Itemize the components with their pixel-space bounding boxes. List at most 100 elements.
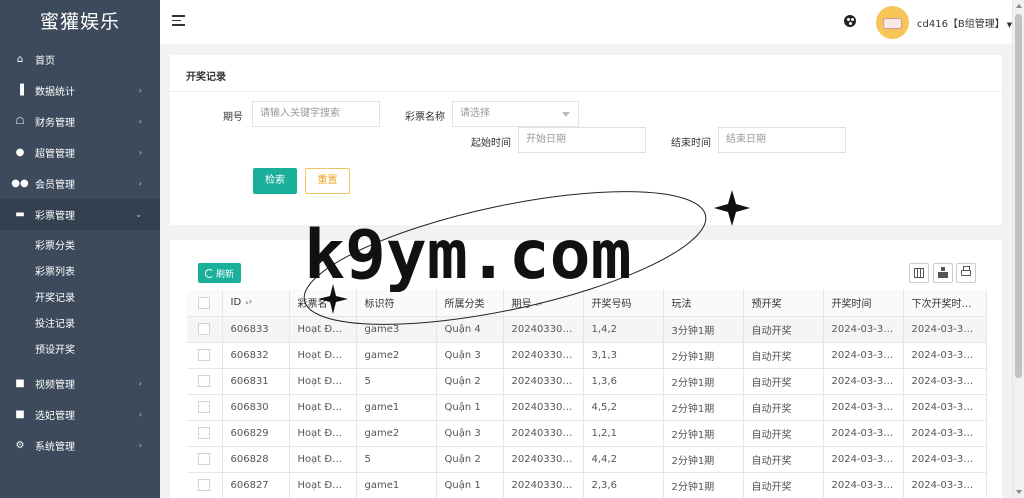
chevron-right-icon: › bbox=[138, 86, 142, 95]
sidebar-item-concubine[interactable]: ■ 选妃管理 › bbox=[0, 399, 160, 430]
lottery-name-select[interactable]: 请选择 bbox=[452, 101, 579, 127]
row-checkbox[interactable] bbox=[187, 446, 223, 473]
submenu-lottery-category[interactable]: 彩票分类 bbox=[0, 234, 160, 260]
column-header-issue[interactable]: 期号 ▴▾ bbox=[503, 290, 584, 317]
gamepad-icon: ▬ bbox=[15, 209, 25, 220]
table-row[interactable]: 606833 Hoạt Độ... game3 Quận 4 202403303... 1… bbox=[187, 316, 987, 343]
scroll-down-arrow-icon[interactable] bbox=[1016, 490, 1022, 494]
table-row[interactable]: 606832 Hoạt Độ... game2 Quận 3 202403302... 3… bbox=[187, 342, 987, 369]
export-button[interactable] bbox=[933, 263, 953, 283]
table-row[interactable]: 606830 Hoạt Độ... game1 Quận 1 202403302... 4… bbox=[187, 394, 987, 421]
column-header-category: 所属分类 bbox=[436, 290, 504, 317]
chart-icon: ▐ bbox=[16, 85, 24, 96]
start-date-input[interactable]: 开始日期 bbox=[518, 127, 646, 153]
refresh-button[interactable]: 刷新 bbox=[198, 263, 241, 283]
sidebar-item-superadmin[interactable]: ● 超管管理 › bbox=[0, 137, 160, 168]
menu-toggle-icon[interactable] bbox=[172, 15, 185, 29]
reset-button[interactable]: 重置 bbox=[305, 168, 350, 194]
table-row[interactable]: 606829 Hoạt Độ... game2 Quận 3 202403302... 1… bbox=[187, 420, 987, 447]
sidebar-item-statistics[interactable]: ▐ 数据统计 › bbox=[0, 75, 160, 106]
table-cell: 2024-03-30... bbox=[823, 446, 904, 473]
table-cell: 2024-03-30 1... bbox=[903, 472, 987, 498]
sidebar-item-system[interactable]: ⚙ 系统管理 › bbox=[0, 430, 160, 461]
columns-filter-button[interactable] bbox=[909, 263, 929, 283]
table-cell: 2分钟1期 bbox=[663, 446, 744, 473]
column-header-id[interactable]: ID ▴▾ bbox=[222, 290, 290, 317]
table-cell: 2024-03-30 1... bbox=[903, 446, 987, 473]
column-header-draw-time: 开奖时间 bbox=[823, 290, 904, 317]
table-cell: 202403302... bbox=[503, 420, 584, 447]
table-cell: 1,2,1 bbox=[583, 420, 664, 447]
scroll-up-arrow-icon[interactable] bbox=[1016, 4, 1022, 8]
table-row[interactable]: 606828 Hoạt Độ... 5 Quận 2 202403302... 4,4,2… bbox=[187, 446, 987, 473]
table-cell: Quận 3 bbox=[436, 342, 504, 369]
row-checkbox[interactable] bbox=[187, 316, 223, 343]
table-cell: Quận 3 bbox=[436, 420, 504, 447]
table-cell: 自动开奖 bbox=[743, 342, 824, 369]
sidebar-item-label: 数据统计 bbox=[35, 87, 75, 98]
row-checkbox[interactable] bbox=[187, 394, 223, 421]
table-cell: 2024-03-30... bbox=[823, 472, 904, 498]
page-title: 开奖记录 bbox=[186, 72, 226, 83]
table-cell: 606829 bbox=[222, 420, 290, 447]
submenu-bet-records[interactable]: 投注记录 bbox=[0, 312, 160, 338]
table-cell: 4,4,2 bbox=[583, 446, 664, 473]
sidebar-item-finance[interactable]: ☖ 财务管理 › bbox=[0, 106, 160, 137]
select-all-checkbox[interactable] bbox=[187, 290, 223, 317]
table-panel: 刷新 ID ▴▾ 彩票名 标识符 所属分类 期号 ▴▾ 开奖号码 玩法 预开奖 开奖… bbox=[170, 240, 1002, 498]
user-name: cd416【B组管理】 bbox=[917, 19, 1005, 30]
submenu-draw-records[interactable]: 开奖记录 bbox=[0, 286, 160, 312]
table-cell: 自动开奖 bbox=[743, 420, 824, 447]
lottery-name-label: 彩票名称 bbox=[405, 112, 445, 123]
table-cell: game2 bbox=[356, 342, 437, 369]
submenu-lottery-list[interactable]: 彩票列表 bbox=[0, 260, 160, 286]
scroll-thumb[interactable] bbox=[1015, 14, 1022, 378]
table-cell: 自动开奖 bbox=[743, 394, 824, 421]
table-cell: 2024-03-30 1... bbox=[903, 316, 987, 343]
sidebar-item-label: 视频管理 bbox=[35, 380, 75, 391]
end-date-input[interactable]: 结束日期 bbox=[718, 127, 846, 153]
sidebar-item-lottery[interactable]: ▬ 彩票管理 ⌄ bbox=[0, 199, 160, 230]
row-checkbox[interactable] bbox=[187, 420, 223, 447]
table-cell: 3分钟1期 bbox=[663, 316, 744, 343]
row-checkbox[interactable] bbox=[187, 472, 223, 498]
sidebar-item-video[interactable]: ■ 视频管理 › bbox=[0, 368, 160, 399]
video-icon: ■ bbox=[15, 409, 25, 420]
page-scrollbar[interactable] bbox=[1012, 0, 1024, 498]
refresh-label: 刷新 bbox=[215, 269, 234, 280]
chevron-right-icon: › bbox=[138, 179, 142, 188]
submenu-preset-draw[interactable]: 预设开奖 bbox=[0, 338, 160, 364]
table-row[interactable]: 606831 Hoạt Độ... 5 Quận 2 202403302... 1,3,6… bbox=[187, 368, 987, 395]
table-cell: Hoạt Độ... bbox=[289, 394, 357, 421]
table-cell: 5 bbox=[356, 446, 437, 473]
column-header-next-draw-time[interactable]: 下次开奖时间...▴▾ bbox=[903, 290, 987, 317]
row-checkbox[interactable] bbox=[187, 368, 223, 395]
print-button[interactable] bbox=[956, 263, 976, 283]
table-cell: Quận 2 bbox=[436, 446, 504, 473]
search-button[interactable]: 检索 bbox=[253, 168, 297, 194]
user-menu[interactable]: cd416【B组管理】 ▼ bbox=[917, 15, 1012, 30]
sidebar-item-label: 系统管理 bbox=[35, 442, 75, 453]
sidebar-item-members[interactable]: ●● 会员管理 › bbox=[0, 168, 160, 199]
sidebar-item-home[interactable]: ⌂ 首页 bbox=[0, 44, 160, 75]
chevron-right-icon: › bbox=[138, 379, 142, 388]
table-cell: game3 bbox=[356, 316, 437, 343]
palette-icon[interactable] bbox=[844, 15, 856, 27]
table-cell: Hoạt Độ... bbox=[289, 472, 357, 498]
chevron-right-icon: › bbox=[138, 148, 142, 157]
sidebar: 蜜獾娱乐 ⌂ 首页 ▐ 数据统计 › ☖ 财务管理 › ● 超管管理 › ●● … bbox=[0, 0, 160, 498]
sort-icon[interactable]: ▴▾ bbox=[985, 301, 986, 308]
sidebar-item-label: 超管管理 bbox=[35, 149, 75, 160]
table-row[interactable]: 606827 Hoạt Độ... game1 Quận 1 202403302... 2… bbox=[187, 472, 987, 498]
table-cell: 2024-03-30... bbox=[823, 342, 904, 369]
sidebar-item-label: 选妃管理 bbox=[35, 411, 75, 422]
table-cell: 自动开奖 bbox=[743, 446, 824, 473]
issue-label: 期号 bbox=[223, 112, 243, 123]
sort-icon[interactable]: ▴▾ bbox=[536, 300, 543, 308]
column-header-play: 玩法 bbox=[663, 290, 744, 317]
table-cell: 202403302... bbox=[503, 472, 584, 498]
row-checkbox[interactable] bbox=[187, 342, 223, 369]
avatar[interactable] bbox=[876, 6, 909, 39]
issue-search-input[interactable]: 请输入关键字搜索 bbox=[252, 101, 380, 127]
sort-icon[interactable]: ▴▾ bbox=[245, 298, 252, 306]
